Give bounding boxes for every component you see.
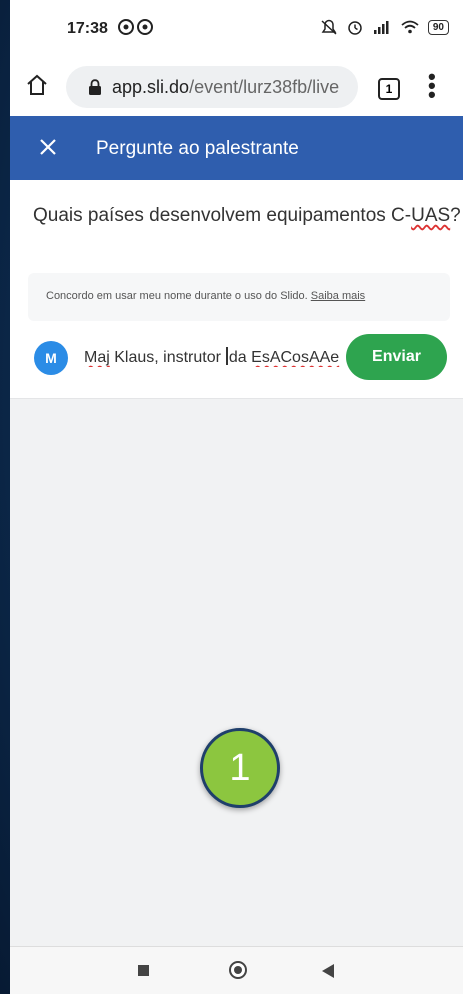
status-bar: 17:38 90 [10,0,463,58]
spellcheck-flagged-word: Maj [84,349,110,366]
question-text-end: ? [450,205,461,226]
author-name-part: Klaus, instrutor [109,349,226,366]
signal-icon [373,21,389,34]
address-bar[interactable]: app.sli.do/event/lurz38fb/live [66,66,358,108]
consent-message: Concordo em usar meu nome durante o uso … [46,290,311,302]
battery-icon: 90 [427,19,449,35]
consent-notice: Concordo em usar meu nome durante o uso … [28,273,450,321]
url-domain: app.sli.do [112,76,190,97]
notification-icons [118,19,154,40]
pinterest-icon [118,19,153,35]
status-time: 17:38 [67,20,108,37]
avatar: M [34,341,68,375]
status-right-icons: 90 [320,19,449,35]
wifi-icon [401,20,419,34]
url-text: app.sli.do/event/lurz38fb/live [112,77,357,98]
close-icon[interactable] [36,135,60,159]
tab-switcher-button[interactable]: 1 [378,78,400,100]
browser-toolbar: app.sli.do/event/lurz38fb/live 1 • • • [10,58,463,116]
empty-content-area [10,398,463,947]
author-name-part: da [228,349,252,366]
url-path: /event/lurz38fb/live [189,76,340,97]
home-nav-icon[interactable] [229,961,247,979]
android-nav-bar [10,946,463,994]
question-form: Quais países desenvolvem equipamentos C-… [10,180,463,398]
mute-bell-icon [321,19,337,35]
question-text-part: Quais países desenvolvem equipamentos C- [33,205,412,226]
question-input[interactable]: Quais países desenvolvem equipamentos C-… [33,205,461,227]
consent-text: Concordo em usar meu nome durante o uso … [46,290,365,302]
send-button[interactable]: Enviar [346,334,447,380]
recents-icon[interactable] [138,965,149,976]
phone-screen: 17:38 90 app.sli.do/event/lurz38fb/live … [10,0,463,994]
alarm-icon [348,21,362,35]
spellcheck-flagged-word: EsACosAAe [251,349,340,366]
author-row: M Maj Klaus, instrutor da EsACosAAe Envi… [10,332,463,384]
page-title: Pergunte ao palestrante [96,138,299,159]
spellcheck-flagged-word: UAS [411,205,451,226]
lock-icon [89,79,101,95]
more-menu-icon[interactable]: • • • [428,66,436,106]
step-number-badge: 1 [200,728,280,808]
app-header: Pergunte ao palestrante [10,116,463,180]
learn-more-link[interactable]: Saiba mais [311,290,365,302]
back-icon[interactable] [322,964,334,978]
text-cursor [226,347,228,365]
author-name-input[interactable]: Maj Klaus, instrutor da EsACosAAe [84,347,346,367]
home-icon[interactable] [24,72,50,98]
